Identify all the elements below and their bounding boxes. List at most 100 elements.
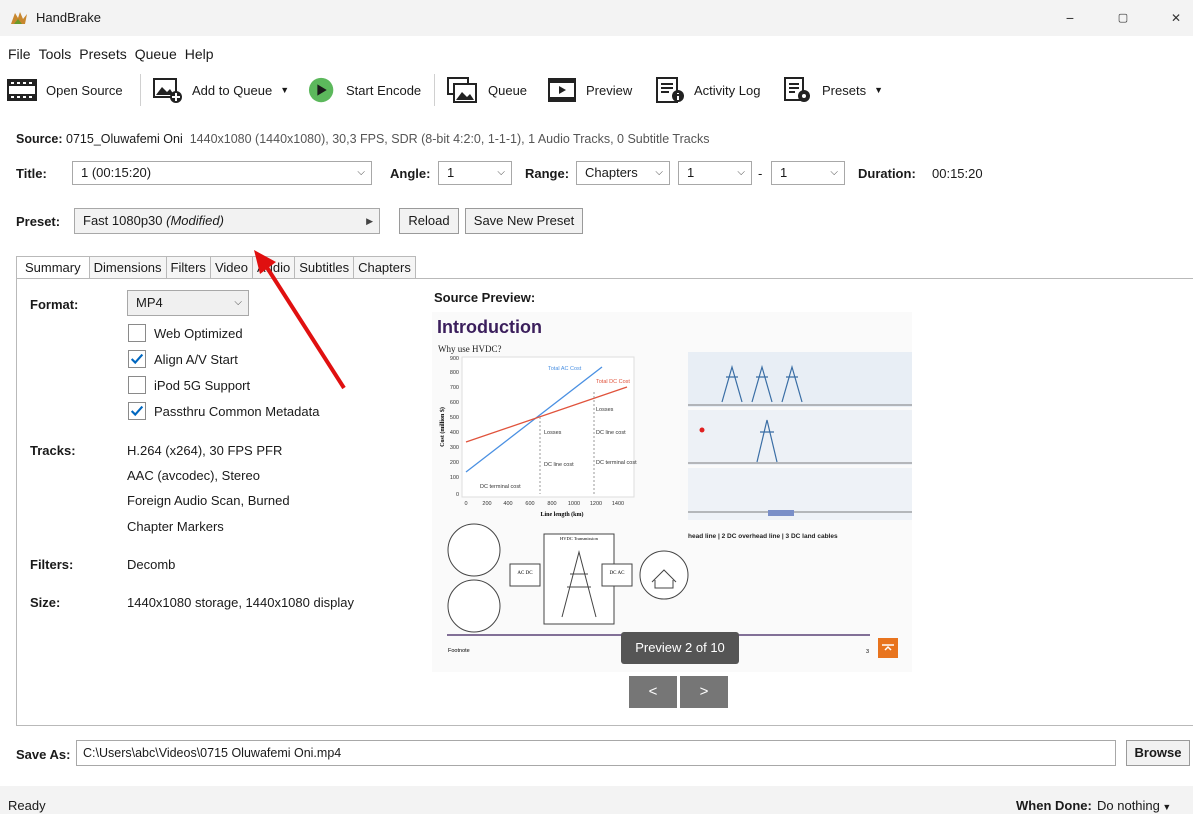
source-label: Source: bbox=[16, 132, 63, 146]
track-chapters: Chapter Markers bbox=[127, 519, 224, 534]
svg-text:Losses: Losses bbox=[544, 430, 562, 436]
when-done-label: When Done: bbox=[1016, 798, 1092, 813]
svg-text:3: 3 bbox=[866, 649, 869, 655]
menu-help[interactable]: Help bbox=[185, 42, 214, 66]
activity-log-label: Activity Log bbox=[694, 82, 761, 98]
film-strip-icon bbox=[7, 79, 37, 101]
svg-text:900: 900 bbox=[450, 356, 459, 362]
save-as-path-input[interactable]: C:\Users\abc\Videos\0715 Oluwafemi Oni.m… bbox=[76, 740, 1116, 766]
svg-text:DC line cost: DC line cost bbox=[544, 462, 574, 468]
tab-summary[interactable]: Summary bbox=[16, 256, 90, 279]
svg-text:head line | 2 DC overhead line: head line | 2 DC overhead line | 3 DC la… bbox=[688, 533, 838, 540]
presets-button[interactable]: Presets ▼ bbox=[782, 74, 883, 106]
svg-text:600: 600 bbox=[525, 501, 534, 507]
svg-text:400: 400 bbox=[503, 501, 512, 507]
svg-text:Losses: Losses bbox=[596, 407, 614, 413]
menu-presets[interactable]: Presets bbox=[79, 42, 126, 66]
open-source-button[interactable]: Open Source bbox=[6, 74, 123, 106]
web-optimized-checkbox[interactable] bbox=[128, 324, 146, 342]
svg-text:Footnote: Footnote bbox=[448, 648, 470, 654]
title-label: Title: bbox=[16, 166, 47, 181]
source-details: 1440x1080 (1440x1080), 30,3 FPS, SDR (8-… bbox=[189, 132, 710, 146]
svg-text:200: 200 bbox=[482, 501, 491, 507]
annotation-arrow bbox=[254, 250, 346, 390]
next-preview-button[interactable]: > bbox=[680, 676, 728, 708]
preview-label: Preview bbox=[586, 82, 633, 98]
close-button[interactable]: ✕ bbox=[1156, 6, 1193, 30]
svg-text:600: 600 bbox=[450, 400, 459, 406]
format-select[interactable]: MP4 ⌵ bbox=[127, 290, 249, 316]
duration-value: 00:15:20 bbox=[932, 166, 983, 181]
browse-button[interactable]: Browse bbox=[1126, 740, 1190, 766]
svg-text:HVDC Transmission: HVDC Transmission bbox=[560, 536, 599, 541]
ipod-5g-support-checkbox[interactable] bbox=[128, 376, 146, 394]
svg-text:DC terminal cost: DC terminal cost bbox=[596, 460, 637, 466]
play-icon bbox=[308, 77, 334, 103]
range-end-select[interactable]: 1 ⌵ bbox=[771, 161, 845, 185]
tab-video[interactable]: Video bbox=[209, 256, 253, 278]
add-image-icon bbox=[153, 78, 182, 103]
previous-preview-button[interactable]: < bbox=[629, 676, 677, 708]
chevron-down-icon: ⌵ bbox=[655, 167, 663, 178]
source-info: Source: 0715_Oluwafemi Oni 1440x1080 (14… bbox=[16, 132, 709, 146]
range-dash: - bbox=[758, 166, 763, 181]
source-name: 0715_Oluwafemi Oni bbox=[66, 132, 183, 146]
toolbar-separator bbox=[434, 74, 435, 106]
reload-button[interactable]: Reload bbox=[399, 208, 459, 234]
preview-counter: Preview 2 of 10 bbox=[621, 632, 739, 664]
svg-text:1000: 1000 bbox=[568, 501, 580, 507]
queue-label: Queue bbox=[488, 82, 528, 98]
svg-text:Cost (million $): Cost (million $) bbox=[439, 407, 446, 447]
chevron-down-icon[interactable]: ▼ bbox=[874, 85, 883, 95]
when-done-select[interactable]: Do nothing ▼ bbox=[1097, 798, 1171, 813]
duration-label: Duration: bbox=[858, 166, 916, 181]
checkmark-icon bbox=[130, 353, 144, 365]
range-start-select[interactable]: 1 ⌵ bbox=[678, 161, 752, 185]
tab-dimensions[interactable]: Dimensions bbox=[88, 256, 167, 278]
filters-value: Decomb bbox=[127, 557, 176, 572]
queue-button[interactable]: Queue bbox=[444, 74, 527, 106]
menu-file[interactable]: File bbox=[8, 42, 31, 66]
maximize-button[interactable]: ▢ bbox=[1103, 6, 1143, 30]
start-encode-button[interactable]: Start Encode bbox=[308, 74, 421, 106]
presets-label: Presets bbox=[822, 82, 867, 98]
svg-text:AC DC: AC DC bbox=[517, 571, 533, 576]
menu-queue[interactable]: Queue bbox=[135, 42, 177, 66]
range-select[interactable]: Chapters ⌵ bbox=[576, 161, 670, 185]
title-select[interactable]: 1 (00:15:20) ⌵ bbox=[72, 161, 372, 185]
svg-text:500: 500 bbox=[450, 415, 459, 421]
angle-select[interactable]: 1 ⌵ bbox=[438, 161, 512, 185]
preview-image: Introduction Why use HVDC? 900 800 700 6… bbox=[432, 312, 912, 672]
preset-label: Preset: bbox=[16, 214, 61, 229]
toolbar-separator bbox=[140, 74, 141, 106]
open-source-label: Open Source bbox=[46, 82, 123, 98]
svg-text:Total DC Cost: Total DC Cost bbox=[596, 379, 630, 385]
tab-chapters[interactable]: Chapters bbox=[353, 256, 416, 278]
svg-text:DC terminal cost: DC terminal cost bbox=[480, 484, 521, 490]
save-new-preset-button[interactable]: Save New Preset bbox=[465, 208, 583, 234]
align-av-start-label: Align A/V Start bbox=[154, 352, 238, 367]
minimize-button[interactable]: − bbox=[1050, 6, 1090, 30]
align-av-start-checkbox[interactable] bbox=[128, 350, 146, 368]
presets-gear-icon bbox=[784, 77, 810, 102]
passthru-metadata-checkbox[interactable] bbox=[128, 402, 146, 420]
track-video: H.264 (x264), 30 FPS PFR bbox=[127, 443, 283, 458]
preview-button[interactable]: Preview bbox=[546, 74, 632, 106]
menu-bar: File Tools Presets Queue Help bbox=[0, 42, 214, 66]
tab-filters[interactable]: Filters bbox=[165, 256, 211, 278]
svg-text:0: 0 bbox=[456, 492, 459, 498]
title-bar: HandBrake − ▢ ✕ bbox=[0, 0, 1193, 36]
activity-log-button[interactable]: Activity Log bbox=[654, 74, 760, 106]
svg-text:100: 100 bbox=[450, 475, 459, 481]
preset-selector[interactable]: Fast 1080p30 (Modified) ▶ bbox=[74, 208, 380, 234]
slide-title: Introduction bbox=[437, 317, 542, 337]
add-to-queue-button[interactable]: Add to Queue ▼ bbox=[152, 74, 289, 106]
menu-tools[interactable]: Tools bbox=[39, 42, 72, 66]
web-optimized-label: Web Optimized bbox=[154, 326, 243, 341]
status-text: Ready bbox=[8, 798, 46, 813]
chevron-right-icon: ▶ bbox=[366, 216, 373, 226]
chevron-down-icon[interactable]: ▼ bbox=[280, 85, 289, 95]
svg-text:Line length (km): Line length (km) bbox=[540, 511, 583, 518]
preview-film-icon bbox=[548, 78, 576, 102]
format-label: Format: bbox=[30, 297, 79, 312]
